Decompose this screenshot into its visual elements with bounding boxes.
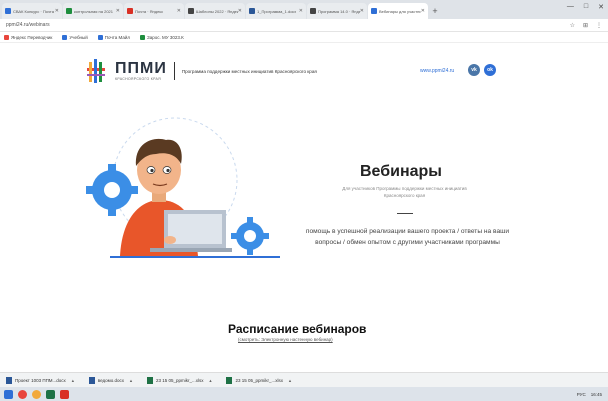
bookmark-item[interactable]: Зарос. МУ 3023.К	[139, 34, 184, 40]
tab-close-icon[interactable]: ✕	[55, 8, 59, 14]
window-controls: — □ ✕	[567, 3, 604, 11]
chevron-up-icon[interactable]: ▲	[129, 378, 133, 383]
ok-icon[interactable]: ok	[484, 64, 496, 76]
hero-illustration	[86, 117, 280, 258]
tab-close-icon[interactable]: ✕	[360, 8, 364, 14]
tab-close-icon[interactable]: ✕	[116, 8, 120, 14]
browser-tab-active[interactable]: Вебинары для участник ✕	[368, 3, 428, 19]
chrome-icon[interactable]	[32, 389, 41, 399]
page-subtitle: Для участников Программы поддержки местн…	[342, 186, 467, 198]
tab-label: Вебинары для участник	[379, 8, 421, 14]
chevron-up-icon[interactable]: ▲	[71, 378, 75, 383]
bookmark-item[interactable]: Учебный	[62, 34, 88, 40]
maximize-icon[interactable]: □	[584, 3, 588, 11]
word-file-icon	[88, 376, 95, 384]
tab-favicon-icon	[66, 8, 72, 14]
tab-favicon-icon	[127, 8, 133, 14]
schedule-link[interactable]: (смотреть: Электронную настенную вебинар…	[238, 337, 333, 342]
url-text[interactable]: ppmi24.ru/webinars	[6, 22, 570, 28]
tab-favicon-icon	[188, 8, 194, 14]
address-bar[interactable]: ppmi24.ru/webinars ☆ ⊞ ⋮	[0, 19, 608, 32]
minimize-icon[interactable]: —	[567, 3, 574, 11]
bookmark-label: Учебный	[69, 34, 88, 40]
tab-favicon-icon	[5, 8, 11, 14]
bookmark-star-icon[interactable]: ☆	[570, 22, 575, 29]
download-label: 23 15 05_ppmikr_...xlsx	[235, 377, 284, 383]
tray-clock[interactable]: 16:45	[591, 392, 602, 397]
download-label: ведомо.docx	[97, 377, 125, 383]
word-file-icon	[6, 376, 12, 384]
download-item[interactable]: Проект 1003 ППМ...docx ▲	[6, 376, 75, 384]
program-name: Программа поддержки местных инициатив Кр…	[181, 68, 317, 74]
new-tab-button[interactable]: +	[429, 3, 441, 19]
vk-icon[interactable]: vk	[468, 64, 480, 76]
tab-label: Шаблоны 2022 · Яндекс	[196, 8, 238, 14]
bookmark-favicon-icon	[97, 34, 103, 40]
desk-line	[110, 256, 280, 258]
excel-file-icon	[226, 376, 233, 384]
browser-tab[interactable]: СВАК Конкурс · Почта ✕	[2, 3, 62, 19]
bookmark-favicon-icon	[4, 34, 9, 40]
ppmi-logo-icon	[87, 59, 105, 83]
tab-close-icon[interactable]: ✕	[299, 8, 303, 14]
extensions-icon[interactable]: ⊞	[583, 22, 588, 29]
logo-subtitle: КРАСНОЯРСКОГО КРАЯ	[115, 77, 161, 81]
tray-language[interactable]: РУС	[577, 392, 586, 397]
chevron-up-icon[interactable]: ▲	[288, 378, 292, 383]
browser-tab[interactable]: Шаблоны 2022 · Яндекс ✕	[185, 3, 245, 19]
tab-label: СВАК Конкурс · Почта	[13, 8, 54, 14]
tab-label: контрольная на 2021	[74, 8, 113, 14]
download-item[interactable]: 23 15 05_ppmikr_...xlsx ▲	[146, 376, 213, 384]
bookmark-label: Яндекс Переводчик	[11, 34, 53, 40]
system-tray: РУС 16:45	[577, 392, 602, 397]
tab-close-icon[interactable]: ✕	[421, 8, 425, 14]
download-item[interactable]: 23 15 05_ppmikr_...xlsx ▲	[226, 376, 292, 384]
taskbar: РУС 16:45	[0, 387, 608, 401]
schedule-title: Расписание вебинаров	[228, 322, 367, 336]
browser-tab[interactable]: Почта · Яндекс ✕	[124, 3, 184, 19]
tab-favicon-icon	[249, 8, 255, 14]
windows-start-icon[interactable]	[4, 389, 13, 399]
tab-favicon-icon	[371, 8, 377, 14]
bookmark-label: Почта Майл	[104, 34, 130, 40]
bookmark-item[interactable]: Почта Майл	[97, 34, 130, 40]
site-logo[interactable]: ППМИ КРАСНОЯРСКОГО КРАЯ Программа поддер…	[85, 58, 317, 84]
yandex-browser-icon[interactable]	[18, 389, 27, 399]
downloads-bar: Проект 1003 ППМ...docx ▲ ведомо.docx ▲ 23 …	[0, 372, 608, 387]
logo-title: ППМИ	[115, 60, 167, 77]
excel-icon[interactable]	[46, 389, 55, 399]
bookmarks-bar: Яндекс Переводчик Учебный Почта Майл Зар…	[0, 32, 608, 43]
address-bar-actions: ☆ ⊞ ⋮	[570, 22, 602, 29]
bookmark-item[interactable]: Яндекс Переводчик	[4, 34, 53, 40]
download-label: Проект 1003 ППМ...docx	[15, 377, 66, 383]
chevron-up-icon[interactable]: ▲	[209, 378, 213, 383]
page-description: помощь в успешной реализации вашего прое…	[305, 228, 510, 246]
download-item[interactable]: ведомо.docx ▲	[88, 376, 133, 384]
browser-tab[interactable]: Программа 14.0 · Яндекс✕	[307, 3, 367, 19]
tab-label: Почта · Яндекс	[135, 8, 164, 14]
tab-label: Программа 14.0 · Яндекс	[318, 8, 360, 14]
logo-text: ППМИ КРАСНОЯРСКОГО КРАЯ	[115, 60, 167, 82]
download-label: 23 15 05_ppmikr_...xlsx	[155, 377, 204, 383]
title-divider	[397, 213, 413, 214]
close-icon[interactable]: ✕	[598, 3, 604, 11]
logo-divider	[173, 62, 175, 80]
bookmark-label: Зарос. МУ 3023.К	[146, 34, 184, 40]
tab-label: 1_Программа_1.docx	[257, 8, 297, 14]
acrobat-icon[interactable]	[60, 389, 69, 399]
page-title: Вебинары	[360, 163, 442, 180]
small-gear-icon	[231, 217, 269, 255]
excel-file-icon	[146, 376, 153, 384]
tab-close-icon[interactable]: ✕	[177, 8, 181, 14]
menu-icon[interactable]: ⋮	[596, 22, 602, 29]
tab-close-icon[interactable]: ✕	[238, 8, 242, 14]
browser-tab-bar: СВАК Конкурс · Почта ✕ контрольная на 202…	[0, 0, 608, 19]
browser-tab[interactable]: контрольная на 2021 ✕	[63, 3, 123, 19]
browser-tab[interactable]: 1_Программа_1.docx ✕	[246, 3, 306, 19]
gear-icon	[86, 164, 138, 216]
bookmark-favicon-icon	[139, 34, 145, 40]
bookmark-favicon-icon	[62, 34, 68, 40]
site-link[interactable]: www.ppmi24.ru	[420, 68, 454, 74]
tab-favicon-icon	[310, 8, 316, 14]
